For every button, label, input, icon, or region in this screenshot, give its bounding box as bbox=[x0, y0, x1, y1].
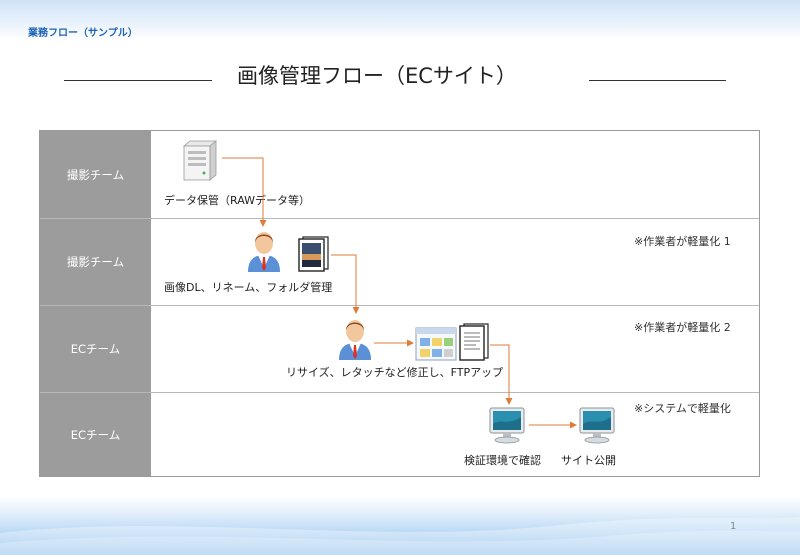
lane-note: ※システムで軽量化 bbox=[634, 402, 731, 415]
title-row: 画像管理フロー（ECサイト） bbox=[0, 60, 800, 90]
step-publish-label: サイト公開 bbox=[561, 454, 616, 467]
browser-window-icon bbox=[415, 327, 457, 361]
photo-icon bbox=[298, 236, 329, 272]
title-rule-left bbox=[64, 80, 212, 81]
person-icon bbox=[339, 320, 371, 360]
step-storage-label: データ保管（RAWデータ等） bbox=[164, 194, 310, 207]
step-resize-label: リサイズ、レタッチなど修正し、FTPアップ bbox=[286, 366, 504, 379]
document-label: 業務フロー（サンプル） bbox=[28, 28, 138, 39]
lane-note: ※作業者が軽量化 2 bbox=[634, 321, 731, 334]
step-verify-label: 検証環境で確認 bbox=[464, 454, 541, 467]
person-icon bbox=[248, 232, 280, 272]
swimlane-diagram: 撮影チーム 撮影チーム ECチーム ECチーム bbox=[39, 130, 760, 477]
document-icon bbox=[459, 323, 489, 361]
lane-2: 撮影チーム bbox=[40, 218, 759, 305]
step-download-label: 画像DL、リネーム、フォルダ管理 bbox=[164, 281, 333, 294]
footer-wave bbox=[0, 517, 800, 555]
lane-header: 撮影チーム bbox=[40, 131, 151, 218]
lane-note: ※作業者が軽量化 1 bbox=[634, 235, 731, 248]
server-icon bbox=[182, 140, 218, 181]
lane-1: 撮影チーム bbox=[40, 131, 759, 218]
lane-header: ECチーム bbox=[40, 306, 151, 392]
monitor-icon bbox=[489, 407, 525, 444]
title-rule-right bbox=[589, 80, 726, 81]
lane-header: ECチーム bbox=[40, 393, 151, 476]
page-number: 1 bbox=[730, 521, 737, 532]
lane-header: 撮影チーム bbox=[40, 219, 151, 305]
page-title: 画像管理フロー（ECサイト） bbox=[237, 64, 517, 88]
monitor-icon bbox=[579, 407, 615, 444]
